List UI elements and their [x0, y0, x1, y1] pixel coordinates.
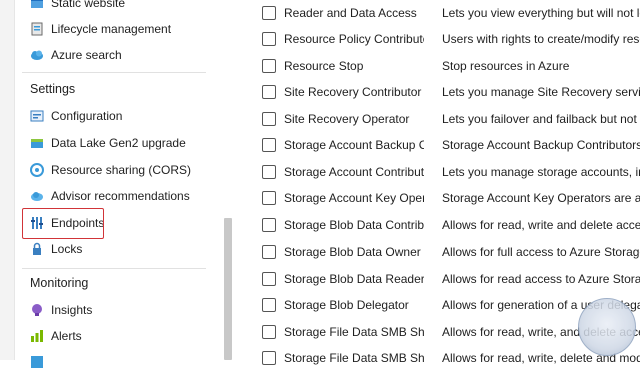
- role-description: Allows for read, write and delete access…: [442, 218, 640, 232]
- role-name: Resource Stop: [284, 59, 364, 73]
- role-name: Storage Account Backup Contr...: [284, 138, 424, 152]
- role-checkbox[interactable]: [262, 165, 276, 179]
- left-strip: [0, 0, 15, 360]
- data-lake-icon: [30, 136, 44, 150]
- role-row[interactable]: Storage Blob Data Contributor Allows for…: [262, 212, 640, 238]
- role-row[interactable]: Resource Stop Stop resources in Azure: [262, 53, 640, 79]
- sidebar-item-label: Locks: [51, 242, 83, 256]
- sidebar-item-label: Azure search: [51, 48, 122, 62]
- sidebar-item-label: Configuration: [51, 109, 123, 123]
- sidebar-item-locks[interactable]: Locks: [30, 238, 82, 260]
- role-row[interactable]: Storage Blob Data Reader Allows for read…: [262, 266, 640, 292]
- sidebar-item-lifecycle-management[interactable]: Lifecycle management: [30, 18, 171, 40]
- divider: [22, 72, 206, 73]
- role-checkbox[interactable]: [262, 325, 276, 339]
- divider: [22, 268, 206, 269]
- role-checkbox[interactable]: [262, 218, 276, 232]
- role-checkbox[interactable]: [262, 59, 276, 73]
- role-checkbox[interactable]: [262, 112, 276, 126]
- role-row[interactable]: Site Recovery Operator Lets you failover…: [262, 106, 640, 132]
- sidebar-item-alerts[interactable]: Alerts: [30, 325, 82, 347]
- role-name: Storage Blob Data Reader: [284, 272, 424, 286]
- monitoring-section-header: Monitoring: [30, 276, 89, 290]
- role-row[interactable]: Storage Account Key Operato... Storage A…: [262, 185, 640, 211]
- role-checkbox[interactable]: [262, 191, 276, 205]
- lifecycle-icon: [30, 22, 44, 36]
- sidebar-item-label: Alerts: [51, 329, 82, 343]
- role-row[interactable]: Reader and Data Access Lets you view eve…: [262, 0, 640, 26]
- configuration-icon: [30, 109, 44, 123]
- alerts-icon: [30, 329, 44, 343]
- role-checkbox[interactable]: [262, 351, 276, 365]
- role-name: Storage Account Key Operato...: [284, 191, 424, 205]
- role-row[interactable]: Resource Policy Contributor Users with r…: [262, 26, 640, 52]
- role-name: Site Recovery Contributor: [284, 85, 422, 99]
- role-row[interactable]: Storage File Data SMB Share ... Allows f…: [262, 345, 640, 371]
- role-description: Lets you manage storage accounts, includ: [442, 165, 640, 179]
- sidebar-item-configuration[interactable]: Configuration: [30, 105, 122, 127]
- lock-icon: [30, 242, 44, 256]
- role-description: Lets you failover and failback but not p…: [442, 112, 640, 126]
- metrics-icon: [30, 355, 44, 369]
- role-description: Allows for read access to Azure Storage …: [442, 272, 640, 286]
- role-name: Storage File Data SMB Share ...: [284, 351, 424, 365]
- role-description: Users with rights to create/modify resou…: [442, 32, 640, 46]
- watermark-logo: [578, 298, 636, 356]
- role-checkbox[interactable]: [262, 272, 276, 286]
- role-row[interactable]: Storage Account Contributor Lets you man…: [262, 159, 640, 185]
- role-name: Site Recovery Operator: [284, 112, 410, 126]
- role-name: Storage File Data SMB Share ...: [284, 325, 424, 339]
- sidebar: Static website Lifecycle management Azur…: [0, 0, 215, 368]
- sidebar-item-label: Data Lake Gen2 upgrade: [51, 136, 186, 150]
- static-website-icon: [30, 0, 44, 10]
- sidebar-item-partial[interactable]: [30, 351, 51, 373]
- sidebar-item-label: Static website: [51, 0, 126, 10]
- sidebar-item-resource-sharing-cors[interactable]: Resource sharing (CORS): [30, 159, 191, 181]
- role-description: Allows for full access to Azure Storage …: [442, 245, 640, 259]
- endpoints-highlight-box: [22, 208, 104, 239]
- role-checkbox[interactable]: [262, 245, 276, 259]
- role-name: Storage Blob Data Owner: [284, 245, 421, 259]
- role-description: Storage Account Backup Contributors are: [442, 138, 640, 152]
- cors-icon: [30, 163, 44, 177]
- sidebar-item-label: Insights: [51, 303, 93, 317]
- sidebar-item-label: Lifecycle management: [51, 22, 172, 36]
- role-description: Stop resources in Azure: [442, 59, 570, 73]
- sidebar-item-insights[interactable]: Insights: [30, 299, 92, 321]
- role-description: Lets you manage Site Recovery service ex…: [442, 85, 640, 99]
- role-checkbox[interactable]: [262, 6, 276, 20]
- role-description: Lets you view everything but will not le…: [442, 6, 640, 20]
- role-checkbox[interactable]: [262, 85, 276, 99]
- advisor-icon: [30, 189, 44, 203]
- role-row[interactable]: Site Recovery Contributor Lets you manag…: [262, 79, 640, 105]
- role-name: Reader and Data Access: [284, 6, 417, 20]
- settings-section-header: Settings: [30, 82, 76, 96]
- role-checkbox[interactable]: [262, 138, 276, 152]
- role-name: Storage Account Contributor: [284, 165, 424, 179]
- role-name: Storage Blob Delegator: [284, 298, 409, 312]
- role-name: Resource Policy Contributor: [284, 32, 424, 46]
- role-row[interactable]: Storage Blob Data Owner Allows for full …: [262, 239, 640, 265]
- role-checkbox[interactable]: [262, 32, 276, 46]
- insights-icon: [30, 303, 44, 317]
- role-name: Storage Blob Data Contributor: [284, 218, 424, 232]
- role-checkbox[interactable]: [262, 298, 276, 312]
- sidebar-item-azure-search[interactable]: Azure search: [30, 44, 122, 66]
- sidebar-scrollbar-thumb[interactable]: [224, 218, 232, 360]
- sidebar-item-static-website[interactable]: Static website: [30, 0, 125, 14]
- sidebar-item-label: Advisor recommendations: [51, 189, 190, 203]
- sidebar-item-advisor-recommendations[interactable]: Advisor recommendations: [30, 185, 190, 207]
- sidebar-item-label: Resource sharing (CORS): [51, 163, 192, 177]
- sidebar-item-data-lake-gen2-upgrade[interactable]: Data Lake Gen2 upgrade: [30, 132, 186, 154]
- role-row[interactable]: Storage Account Backup Contr... Storage …: [262, 132, 640, 158]
- cloud-search-icon: [30, 48, 44, 62]
- role-description: Storage Account Key Operators are allow: [442, 191, 640, 205]
